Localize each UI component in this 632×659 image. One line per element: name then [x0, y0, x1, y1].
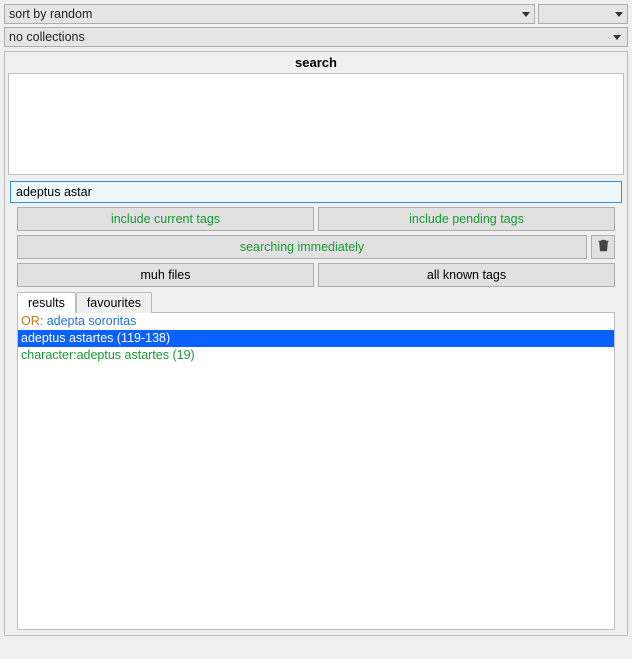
- collections-label: no collections: [9, 30, 613, 44]
- sort-dropdown[interactable]: sort by random: [4, 4, 535, 24]
- tab-results[interactable]: results: [17, 292, 76, 313]
- search-header: search: [5, 52, 627, 73]
- results-list[interactable]: OR: adepta sororitas adeptus astartes (1…: [17, 312, 615, 630]
- trash-button[interactable]: [591, 235, 615, 259]
- list-item[interactable]: adeptus astartes (119-138): [18, 330, 614, 347]
- search-input[interactable]: [10, 181, 622, 203]
- collections-dropdown[interactable]: no collections: [4, 27, 628, 47]
- list-item[interactable]: OR: adepta sororitas: [18, 313, 614, 330]
- search-panel: search include current tags include pend…: [4, 51, 628, 636]
- or-prefix: OR:: [21, 314, 47, 328]
- or-value: adepta sororitas: [47, 314, 137, 328]
- list-item[interactable]: character:adeptus astartes (19): [18, 347, 614, 364]
- all-known-tags-button[interactable]: all known tags: [318, 263, 615, 287]
- active-tags-area[interactable]: [8, 73, 624, 175]
- sort-dropdown-label: sort by random: [9, 7, 522, 21]
- chevron-down-icon: [613, 35, 621, 40]
- include-current-tags-button[interactable]: include current tags: [17, 207, 314, 231]
- muh-files-button[interactable]: muh files: [17, 263, 314, 287]
- chevron-down-icon: [522, 12, 530, 17]
- secondary-dropdown[interactable]: [538, 4, 628, 24]
- tab-favourites[interactable]: favourites: [76, 292, 152, 313]
- chevron-down-icon: [615, 12, 623, 17]
- searching-mode-button[interactable]: searching immediately: [17, 235, 587, 259]
- include-pending-tags-button[interactable]: include pending tags: [318, 207, 615, 231]
- trash-icon: [597, 239, 610, 256]
